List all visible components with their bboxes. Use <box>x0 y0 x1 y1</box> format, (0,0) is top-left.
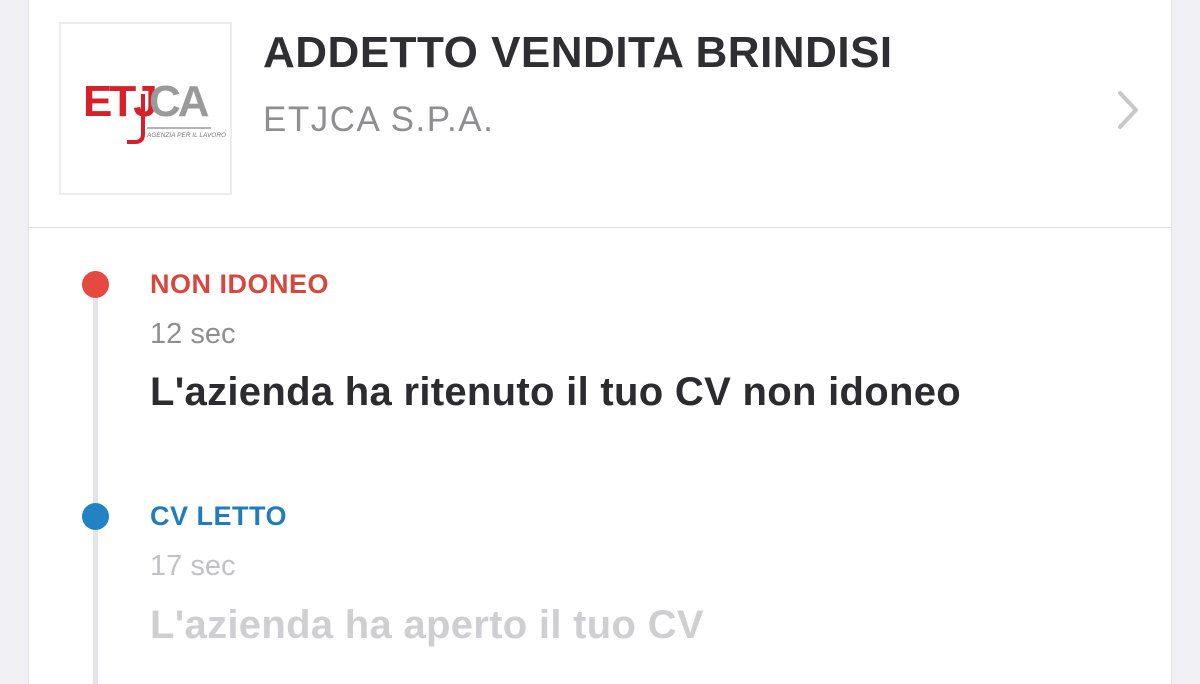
etjca-logo: ETJ CA AGENZIA PER IL LAVORO <box>83 77 226 144</box>
timeline-line <box>93 296 98 684</box>
application-card: ETJ CA AGENZIA PER IL LAVORO ADDETTO VEN… <box>28 0 1172 684</box>
logo-tagline: AGENZIA PER IL LAVORO <box>146 132 226 139</box>
status-time: 17 sec <box>150 550 236 582</box>
status-message: L'azienda ha ritenuto il tuo CV non idon… <box>150 370 961 414</box>
svg-text:CA: CA <box>149 77 209 126</box>
company-logo: ETJ CA AGENZIA PER IL LAVORO <box>59 22 232 195</box>
status-dot-read <box>82 503 109 530</box>
status-label: NON IDONEO <box>150 269 330 299</box>
status-message: L'azienda ha aperto il tuo CV <box>150 603 704 647</box>
status-label: CV LETTO <box>150 501 288 531</box>
status-dot-rejected <box>82 271 109 298</box>
status-time: 12 sec <box>150 318 236 350</box>
company-name: ETJCA S.P.A. <box>263 100 495 139</box>
chevron-right-icon[interactable] <box>1111 90 1147 130</box>
job-header[interactable]: ETJ CA AGENZIA PER IL LAVORO ADDETTO VEN… <box>29 0 1171 228</box>
job-title: ADDETTO VENDITA BRINDISI <box>263 28 893 77</box>
